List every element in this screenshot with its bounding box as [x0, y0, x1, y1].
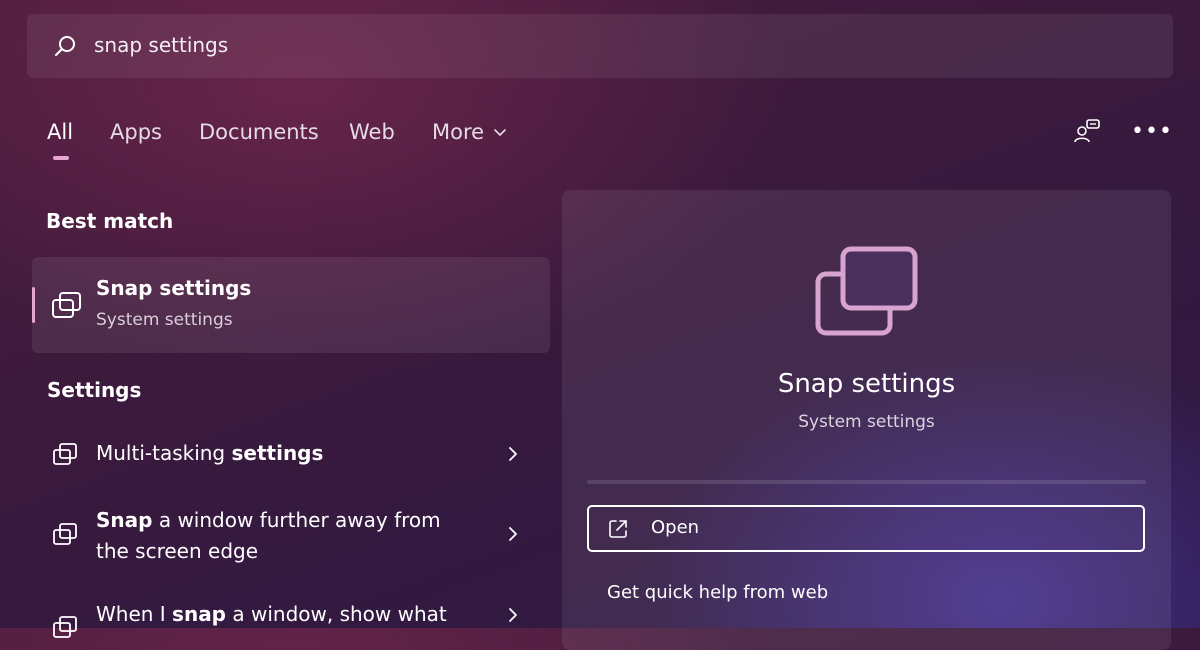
- search-icon: [55, 36, 75, 56]
- best-match-heading: Best match: [46, 209, 174, 233]
- open-external-icon: [609, 520, 627, 538]
- settings-heading: Settings: [47, 378, 142, 402]
- snap-window-icon: [53, 523, 77, 545]
- preview-title: Snap settings: [777, 369, 956, 399]
- best-match-card[interactable]: [32, 257, 550, 353]
- tab-all[interactable]: All: [47, 120, 73, 144]
- quick-help-link[interactable]: Get quick help from web: [607, 582, 828, 603]
- settings-item-label: When I snap a window, show what: [96, 602, 447, 626]
- divider: [587, 480, 1146, 484]
- best-match-title: Snap settings: [96, 276, 252, 300]
- snap-window-icon: [53, 443, 77, 465]
- snap-window-icon: [53, 616, 77, 638]
- snap-window-icon: [815, 246, 918, 336]
- more-options-icon[interactable]: •••: [1131, 119, 1173, 144]
- settings-item-label: Snap a window further away from the scre…: [96, 508, 441, 563]
- active-tab-indicator: [53, 156, 69, 160]
- open-button-label: Open: [651, 517, 700, 538]
- search-input[interactable]: snap settings: [94, 33, 228, 57]
- tab-web[interactable]: Web: [349, 120, 395, 144]
- chevron-right-icon: [509, 527, 517, 541]
- tab-apps[interactable]: Apps: [110, 120, 162, 144]
- chevron-right-icon: [509, 608, 517, 622]
- chevron-down-icon[interactable]: [493, 128, 507, 138]
- best-match-subtitle: System settings: [96, 310, 233, 330]
- settings-item-label: Multi-tasking settings: [96, 441, 324, 465]
- tab-documents[interactable]: Documents: [199, 120, 319, 144]
- people-icon[interactable]: [1073, 117, 1101, 145]
- tab-more[interactable]: More: [432, 120, 484, 144]
- preview-subtitle: System settings: [798, 412, 935, 432]
- selection-accent: [32, 287, 35, 323]
- chevron-right-icon: [509, 447, 517, 461]
- snap-window-icon: [52, 292, 81, 318]
